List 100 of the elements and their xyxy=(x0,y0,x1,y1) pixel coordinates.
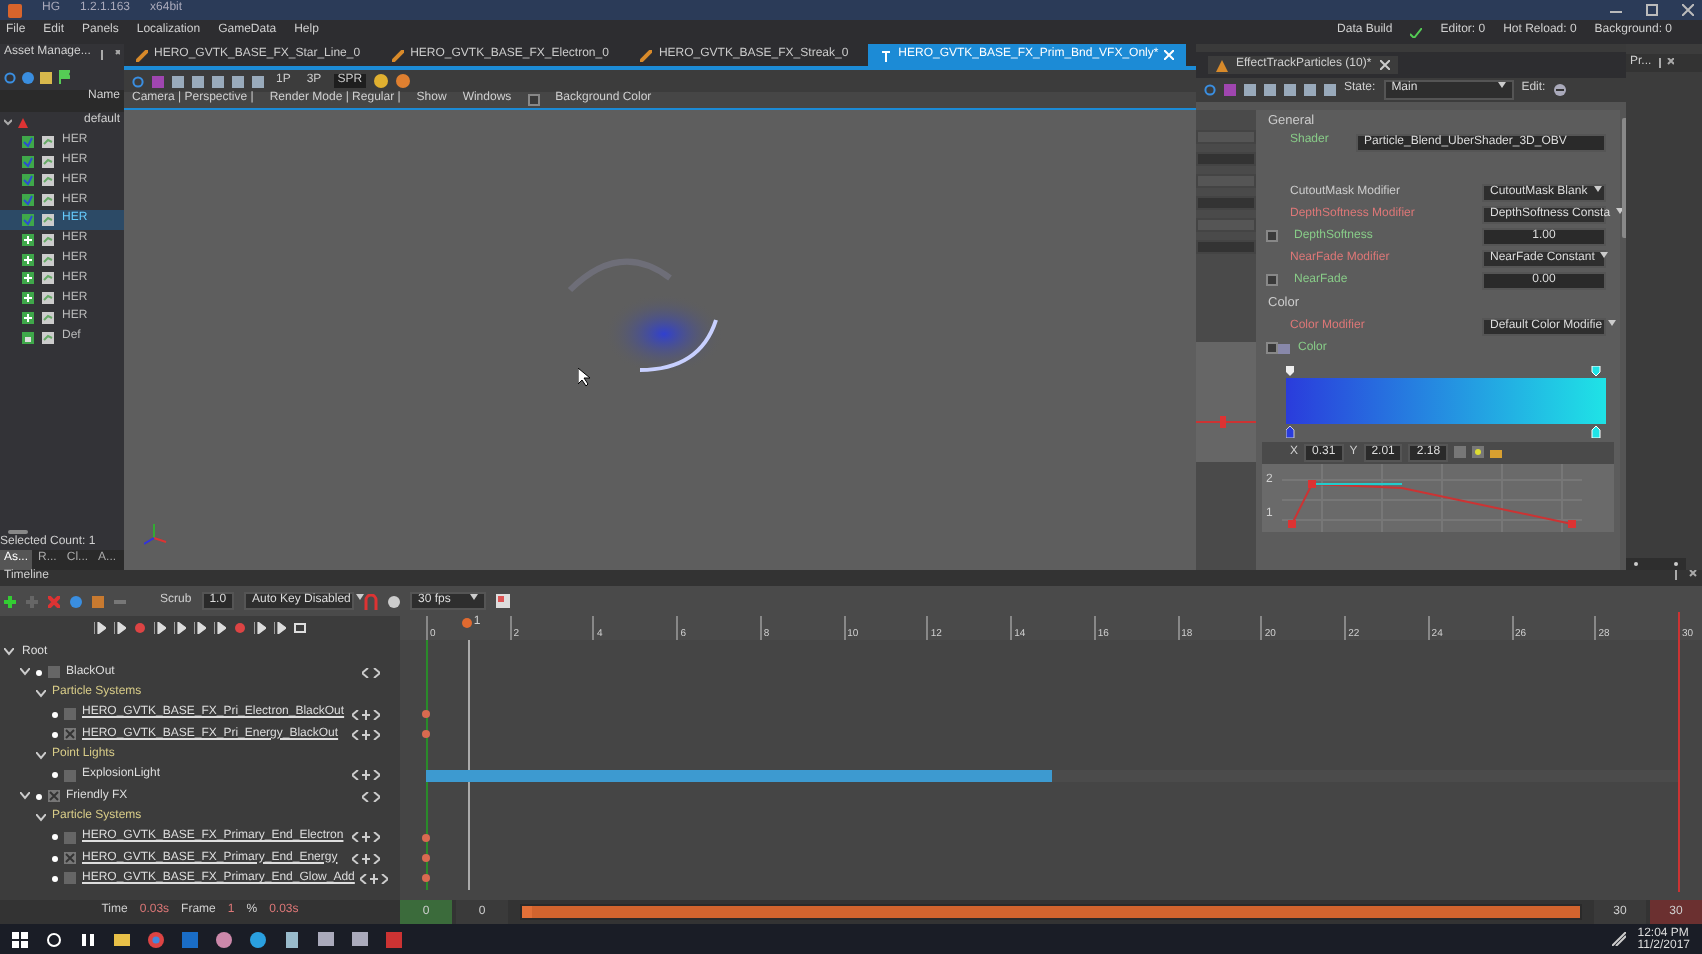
add-icon[interactable] xyxy=(4,595,16,607)
loop-icon[interactable] xyxy=(294,622,306,634)
skip-start-icon[interactable] xyxy=(94,622,106,634)
caret-icon xyxy=(1497,82,1506,89)
expand-caret-icon[interactable] xyxy=(4,648,14,657)
pin-close-icon[interactable] xyxy=(1657,58,1674,69)
pin-close-icon[interactable] xyxy=(100,49,120,59)
property-checkbox[interactable] xyxy=(1266,230,1278,243)
app-icon xyxy=(8,3,22,17)
visibility-dot-icon[interactable] xyxy=(52,875,58,882)
visibility-dot-icon[interactable] xyxy=(52,834,58,841)
keyframe-icon[interactable] xyxy=(422,833,430,842)
track-nav-icon[interactable] xyxy=(360,873,389,884)
network-icon[interactable] xyxy=(1611,932,1626,946)
file-icon xyxy=(42,214,54,227)
track-checkbox[interactable] xyxy=(64,708,76,721)
check-icon xyxy=(22,194,34,207)
track-nav-icon[interactable] xyxy=(352,709,380,720)
folder-icon[interactable] xyxy=(114,931,130,947)
file-icon xyxy=(42,331,54,344)
visibility-dot-icon[interactable] xyxy=(36,669,42,676)
visibility-dot-icon[interactable] xyxy=(52,711,58,718)
property-checkbox[interactable] xyxy=(1266,274,1278,287)
plus-icon xyxy=(22,292,34,305)
property-checkbox[interactable] xyxy=(1266,342,1278,355)
pin-icon xyxy=(880,49,893,61)
warning-icon xyxy=(18,117,28,127)
minus-icon[interactable] xyxy=(1553,84,1566,96)
track-nav-icon[interactable] xyxy=(362,667,380,678)
expand-caret-icon[interactable] xyxy=(36,751,46,760)
plus-icon xyxy=(22,312,34,325)
expand-caret-icon[interactable] xyxy=(36,813,46,822)
keyframe-icon[interactable] xyxy=(422,853,430,862)
caret-icon xyxy=(4,118,12,126)
track-nav-icon[interactable] xyxy=(352,832,380,843)
visibility-dot-icon[interactable] xyxy=(52,855,58,862)
keyframe-icon[interactable] xyxy=(422,709,430,718)
visibility-dot-icon[interactable] xyxy=(52,731,58,738)
circle-icon[interactable] xyxy=(216,931,232,947)
panel-buttons-icon[interactable] xyxy=(1626,558,1686,570)
close-icon[interactable] xyxy=(1682,4,1694,16)
window-icon[interactable] xyxy=(352,931,368,947)
clip-bar[interactable] xyxy=(426,769,1052,782)
track-checkbox[interactable] xyxy=(64,728,76,741)
circle-icon[interactable] xyxy=(250,931,266,947)
track-nav-icon[interactable] xyxy=(352,853,380,864)
plus-icon xyxy=(22,233,34,246)
file-icon xyxy=(42,312,54,325)
refresh-icon[interactable] xyxy=(132,75,144,87)
keyframe-icon[interactable] xyxy=(422,730,430,739)
caret-icon xyxy=(1608,319,1617,325)
caret-icon xyxy=(356,593,365,600)
visibility-dot-icon[interactable] xyxy=(36,793,42,800)
track-nav-icon[interactable] xyxy=(352,770,380,781)
browser-icon[interactable] xyxy=(148,931,164,947)
track-checkbox[interactable] xyxy=(64,852,76,865)
track-checkbox[interactable] xyxy=(64,872,76,885)
scrollbar-thumb xyxy=(8,529,28,534)
check-icon xyxy=(1410,27,1423,37)
track-nav-icon[interactable] xyxy=(362,791,380,802)
file-icon xyxy=(42,253,54,266)
app-icon[interactable] xyxy=(386,931,402,947)
cursor-icon xyxy=(578,368,590,386)
gradient-stop-icon[interactable] xyxy=(1286,425,1606,438)
check-icon xyxy=(22,214,34,227)
caret-icon xyxy=(1600,251,1609,258)
record-icon[interactable] xyxy=(234,622,246,634)
plus-icon xyxy=(22,272,34,285)
record-icon[interactable] xyxy=(134,622,146,634)
track-nav-icon[interactable] xyxy=(352,729,380,740)
refresh-icon[interactable] xyxy=(1204,84,1216,96)
refresh-icon[interactable] xyxy=(4,71,16,83)
window-icon[interactable] xyxy=(318,931,334,947)
visibility-dot-icon[interactable] xyxy=(52,772,58,779)
effect-icon xyxy=(392,49,405,61)
expand-caret-icon[interactable] xyxy=(36,689,46,698)
folder-icon[interactable] xyxy=(40,71,52,83)
expand-caret-icon[interactable] xyxy=(20,792,30,801)
axis-gizmo-icon xyxy=(144,522,168,546)
track-checkbox[interactable] xyxy=(48,790,60,803)
pin-close-icon[interactable] xyxy=(1674,570,1698,580)
check-icon xyxy=(22,135,34,148)
check-icon xyxy=(22,174,34,187)
keyframe-icon[interactable] xyxy=(422,874,430,883)
playhead-marker-icon[interactable] xyxy=(461,618,472,629)
track-checkbox[interactable] xyxy=(48,666,60,679)
search-icon[interactable] xyxy=(46,931,62,947)
color-gradient-bar[interactable] xyxy=(1286,377,1606,424)
windows-logo-icon[interactable] xyxy=(12,931,28,947)
close-icon[interactable] xyxy=(1379,60,1390,70)
file-icon xyxy=(42,292,54,305)
task-view-icon[interactable] xyxy=(80,931,96,947)
maximize-icon[interactable] xyxy=(1646,4,1658,16)
flag-icon[interactable] xyxy=(58,70,70,84)
gradient-stop-icon[interactable] xyxy=(1286,365,1606,376)
expand-caret-icon[interactable] xyxy=(20,668,30,677)
track-checkbox[interactable] xyxy=(64,769,76,782)
effect-icon xyxy=(136,49,148,61)
plus-icon xyxy=(22,253,34,266)
track-checkbox[interactable] xyxy=(64,831,76,844)
